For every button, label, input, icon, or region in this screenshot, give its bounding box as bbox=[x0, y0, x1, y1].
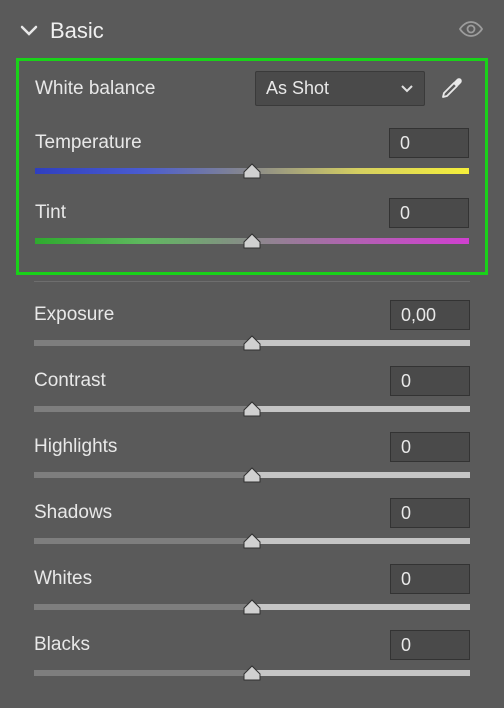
white-balance-label: White balance bbox=[35, 78, 245, 100]
select-chevron-icon bbox=[400, 78, 414, 99]
tint-value-input[interactable]: 0 bbox=[389, 198, 469, 228]
highlights-label: Highlights bbox=[34, 436, 117, 458]
panel-title: Basic bbox=[50, 18, 104, 44]
blacks-label: Blacks bbox=[34, 634, 90, 656]
shadows-value-input[interactable]: 0 bbox=[390, 498, 470, 528]
visibility-eye-icon[interactable] bbox=[458, 20, 484, 43]
tint-slider[interactable] bbox=[35, 232, 469, 250]
contrast-value-input[interactable]: 0 bbox=[390, 366, 470, 396]
chevron-down-icon bbox=[20, 25, 38, 37]
whites-slider-handle[interactable] bbox=[242, 599, 262, 615]
basic-panel: Basic White balance As Shot T bbox=[0, 0, 504, 682]
section-divider bbox=[34, 281, 470, 282]
highlights-slider-handle[interactable] bbox=[242, 467, 262, 483]
white-balance-select[interactable]: As Shot bbox=[255, 71, 425, 106]
temperature-slider-handle[interactable] bbox=[242, 163, 262, 179]
whites-row: Whites 0 bbox=[34, 564, 470, 616]
blacks-slider[interactable] bbox=[34, 664, 470, 682]
whites-label: Whites bbox=[34, 568, 92, 590]
shadows-slider-handle[interactable] bbox=[242, 533, 262, 549]
tone-section: Exposure 0,00 Contrast 0 bbox=[20, 292, 484, 682]
highlights-value-input[interactable]: 0 bbox=[390, 432, 470, 462]
eyedropper-button[interactable] bbox=[435, 72, 469, 106]
contrast-row: Contrast 0 bbox=[34, 366, 470, 418]
white-balance-group-highlight: White balance As Shot Temperature 0 bbox=[16, 58, 488, 275]
highlights-row: Highlights 0 bbox=[34, 432, 470, 484]
exposure-slider[interactable] bbox=[34, 334, 470, 352]
white-balance-row: White balance As Shot bbox=[35, 71, 469, 106]
shadows-slider[interactable] bbox=[34, 532, 470, 550]
blacks-row: Blacks 0 bbox=[34, 630, 470, 682]
exposure-value-input[interactable]: 0,00 bbox=[390, 300, 470, 330]
temperature-row: Temperature 0 bbox=[35, 128, 469, 180]
contrast-slider-handle[interactable] bbox=[242, 401, 262, 417]
contrast-slider[interactable] bbox=[34, 400, 470, 418]
blacks-slider-handle[interactable] bbox=[242, 665, 262, 681]
whites-slider[interactable] bbox=[34, 598, 470, 616]
white-balance-selected: As Shot bbox=[266, 78, 329, 99]
exposure-label: Exposure bbox=[34, 304, 114, 326]
shadows-row: Shadows 0 bbox=[34, 498, 470, 550]
exposure-slider-handle[interactable] bbox=[242, 335, 262, 351]
whites-value-input[interactable]: 0 bbox=[390, 564, 470, 594]
tint-slider-handle[interactable] bbox=[242, 233, 262, 249]
exposure-row: Exposure 0,00 bbox=[34, 300, 470, 352]
highlights-slider[interactable] bbox=[34, 466, 470, 484]
blacks-value-input[interactable]: 0 bbox=[390, 630, 470, 660]
temperature-slider[interactable] bbox=[35, 162, 469, 180]
tint-label: Tint bbox=[35, 202, 66, 224]
panel-header: Basic bbox=[20, 18, 484, 44]
tint-row: Tint 0 bbox=[35, 198, 469, 250]
temperature-label: Temperature bbox=[35, 132, 142, 154]
temperature-value-input[interactable]: 0 bbox=[389, 128, 469, 158]
contrast-label: Contrast bbox=[34, 370, 106, 392]
panel-header-left[interactable]: Basic bbox=[20, 18, 104, 44]
shadows-label: Shadows bbox=[34, 502, 112, 524]
